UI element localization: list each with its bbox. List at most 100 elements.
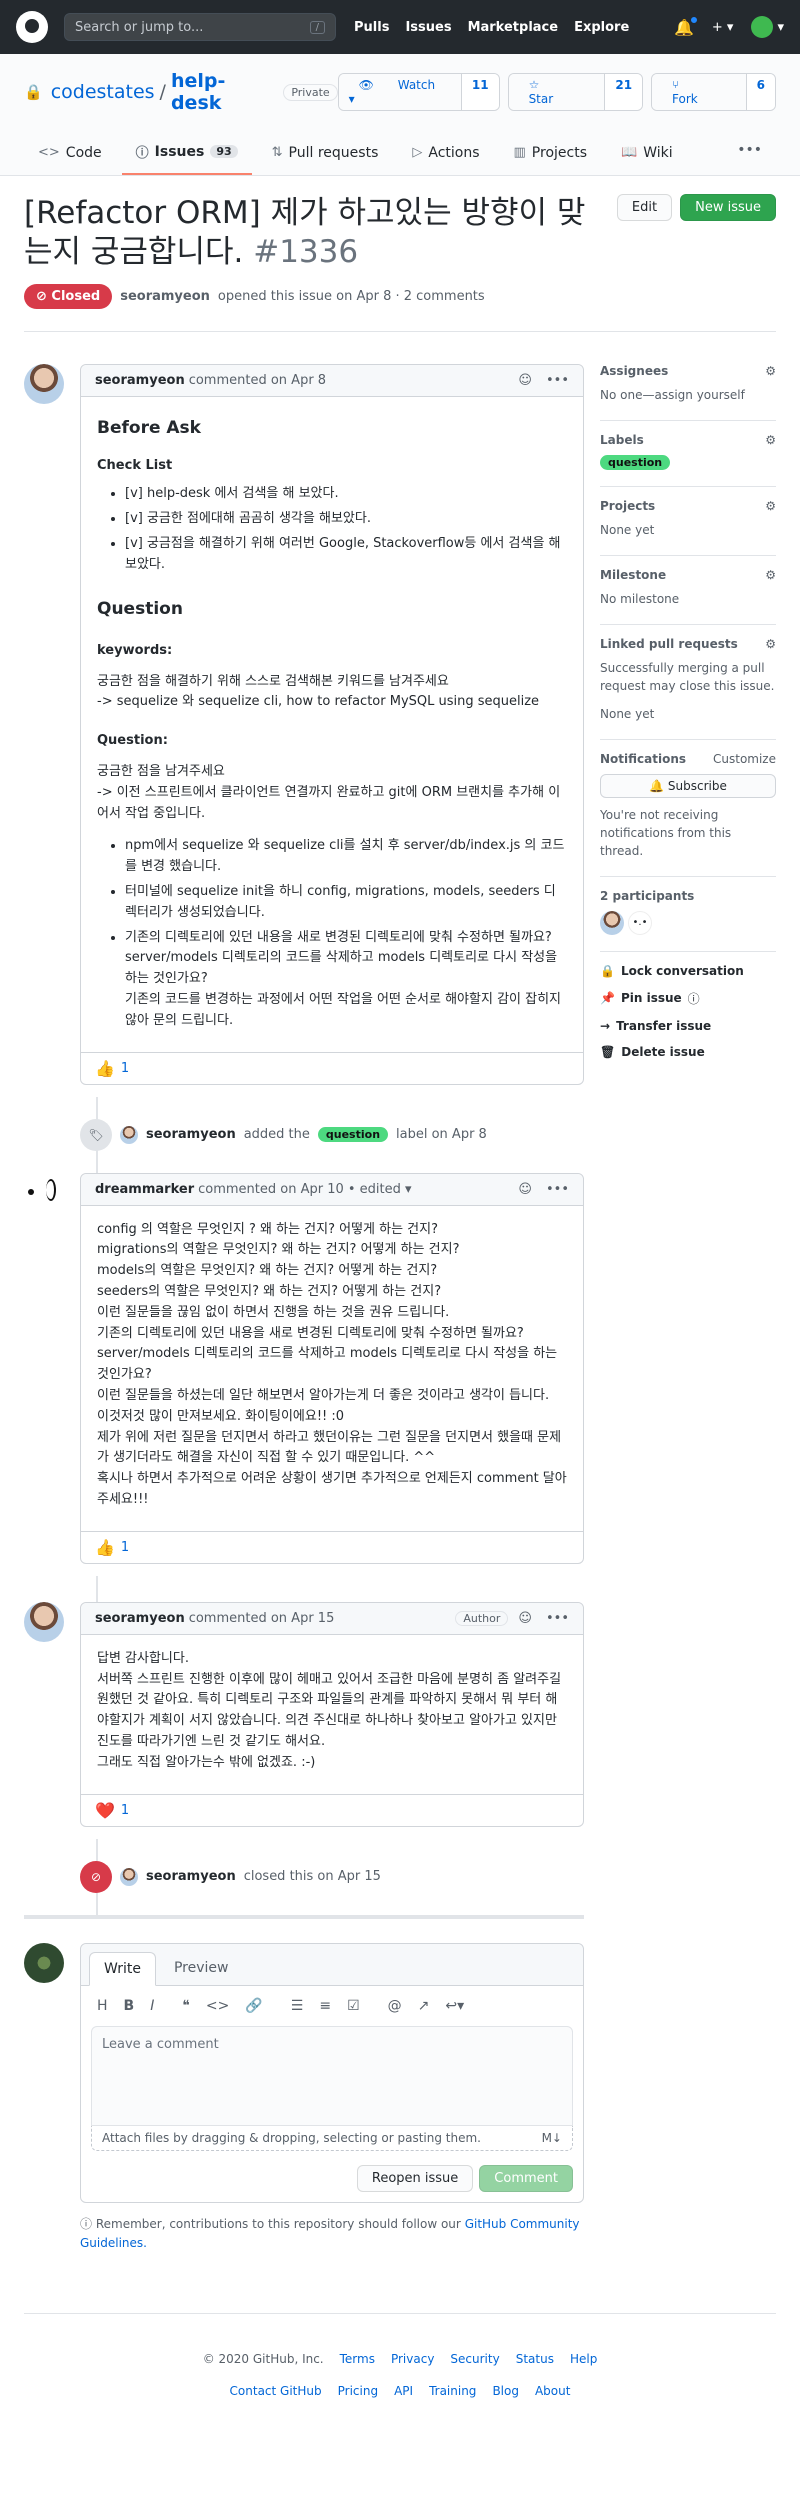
edit-button[interactable]: Edit (616, 194, 673, 221)
fork-count[interactable]: 6 (745, 74, 775, 110)
mention-icon[interactable]: @ (388, 1998, 402, 2014)
footer-link-terms[interactable]: Terms (340, 2352, 375, 2366)
comment-textarea[interactable]: Leave a comment (91, 2025, 573, 2126)
star-count[interactable]: 21 (604, 74, 643, 110)
avatar[interactable] (24, 1601, 64, 1642)
new-issue-button[interactable]: New issue (680, 194, 776, 221)
kebab-menu-icon[interactable]: ••• (546, 373, 569, 388)
cross-reference-icon[interactable]: ↗ (418, 1998, 430, 2014)
avatar[interactable]: •.• (628, 910, 652, 935)
github-logo-icon[interactable] (16, 11, 48, 43)
footer-link-contact[interactable]: Contact GitHub (230, 2384, 322, 2398)
gear-icon[interactable]: ⚙ (765, 364, 776, 378)
task-list-icon[interactable]: ☑ (347, 1998, 360, 2014)
assignees-value[interactable]: No one—assign yourself (600, 386, 776, 404)
event-author-link[interactable]: seoramyeon (146, 1127, 236, 1142)
smiley-icon[interactable]: ☺ (518, 373, 532, 388)
notifications-bell-icon[interactable]: 🔔 (674, 15, 698, 37)
reopen-issue-button[interactable]: Reopen issue (356, 2164, 474, 2192)
delete-issue-link[interactable]: 🗑 Delete issue (600, 1045, 776, 1059)
search-input[interactable]: Search or jump to... / (64, 13, 336, 41)
transfer-issue-link[interactable]: → Transfer issue (600, 1019, 776, 1033)
kebab-menu-icon[interactable]: ••• (546, 1611, 569, 1626)
nav-pulls[interactable]: Pulls (354, 20, 389, 35)
more-options-icon[interactable]: ••• (723, 134, 776, 175)
chevron-down-icon[interactable]: ▾ (401, 1182, 412, 1197)
bold-icon[interactable]: B (124, 1998, 135, 2014)
footer-link-status[interactable]: Status (516, 2352, 554, 2366)
footer-link-security[interactable]: Security (450, 2352, 499, 2366)
ordered-list-icon[interactable]: ≡ (319, 1998, 331, 2014)
tab-preview[interactable]: Preview (160, 1952, 243, 1985)
gear-icon[interactable]: ⚙ (765, 637, 776, 651)
lock-conversation-link[interactable]: 🔒 Lock conversation (600, 964, 776, 978)
comment-timestamp[interactable]: commented on Apr 8 (189, 373, 326, 388)
footer-link-training[interactable]: Training (429, 2384, 476, 2398)
italic-icon[interactable]: I (150, 1998, 154, 2014)
tab-wiki[interactable]: 📖 Wiki (607, 134, 687, 175)
avatar[interactable] (600, 910, 624, 935)
unordered-list-icon[interactable]: ☰ (291, 1998, 304, 2014)
comment-author-link[interactable]: seoramyeon (95, 373, 185, 388)
code-icon[interactable]: <> (206, 1998, 229, 2014)
label-question[interactable]: question (317, 1127, 389, 1143)
watch-button[interactable]: 👁 Watch ▾ 11 (337, 73, 500, 111)
user-menu[interactable]: ▾ (751, 16, 784, 38)
footer-link-blog[interactable]: Blog (492, 2384, 519, 2398)
comment-author-link[interactable]: dreammarker (95, 1182, 194, 1197)
tab-code[interactable]: <> Code (24, 134, 116, 175)
tab-issues[interactable]: ⓘ Issues 93 (121, 134, 252, 175)
repo-name-link[interactable]: help-desk (171, 70, 273, 114)
comment-timestamp[interactable]: commented on Apr 15 (189, 1611, 335, 1626)
fork-button[interactable]: ⑂ Fork 6 (651, 73, 776, 111)
avatar[interactable] (120, 1867, 138, 1886)
kebab-menu-icon[interactable]: ••• (546, 1182, 569, 1197)
attach-files-area[interactable]: Attach files by dragging & dropping, sel… (91, 2125, 573, 2151)
footer-link-help[interactable]: Help (570, 2352, 597, 2366)
reaction-button[interactable]: ❤️ 1 (81, 1793, 583, 1826)
tab-actions[interactable]: ▷ Actions (398, 134, 493, 175)
avatar[interactable] (24, 1172, 64, 1213)
comment-author-link[interactable]: seoramyeon (95, 1611, 185, 1626)
reply-icon[interactable]: ↩▾ (445, 1998, 464, 2014)
gear-icon[interactable]: ⚙ (765, 433, 776, 447)
nav-issues[interactable]: Issues (405, 20, 451, 35)
comment-button[interactable]: Comment (479, 2164, 573, 2192)
gear-icon[interactable]: ⚙ (765, 568, 776, 582)
smiley-icon[interactable]: ☺ (518, 1611, 532, 1626)
linked-prs-heading[interactable]: Linked pull requests (600, 637, 738, 651)
reaction-button[interactable]: 👍 1 (81, 1530, 583, 1563)
star-button[interactable]: ☆ Star 21 (507, 73, 644, 111)
avatar[interactable] (120, 1125, 138, 1144)
event-author-link[interactable]: seoramyeon (146, 1869, 236, 1884)
reaction-button[interactable]: 👍 1 (81, 1051, 583, 1084)
gear-icon[interactable]: ⚙ (765, 499, 776, 513)
footer-link-api[interactable]: API (394, 2384, 413, 2398)
label-question[interactable]: question (600, 454, 671, 470)
footer-link-privacy[interactable]: Privacy (391, 2352, 434, 2366)
footer-link-about[interactable]: About (535, 2384, 570, 2398)
labels-heading[interactable]: Labels (600, 433, 644, 447)
heading-icon[interactable]: H (97, 1998, 108, 2014)
repo-owner-link[interactable]: codestates (51, 81, 155, 103)
pin-issue-link[interactable]: 📌 Pin issue ⓘ (600, 990, 776, 1007)
milestone-heading[interactable]: Milestone (600, 568, 666, 582)
nav-explore[interactable]: Explore (574, 20, 629, 35)
quote-icon[interactable]: ❝ (182, 1998, 190, 2014)
create-new-plus-icon[interactable]: + ▾ (712, 20, 734, 35)
subscribe-button[interactable]: 🔔 Subscribe (600, 773, 776, 798)
projects-heading[interactable]: Projects (600, 499, 655, 513)
footer-link-pricing[interactable]: Pricing (338, 2384, 378, 2398)
link-icon[interactable]: 🔗 (245, 1998, 262, 2014)
smiley-icon[interactable]: ☺ (518, 1182, 532, 1197)
markdown-icon[interactable]: M↓ (542, 2131, 562, 2145)
assignees-heading[interactable]: Assignees (600, 364, 668, 378)
watch-count[interactable]: 11 (460, 74, 499, 110)
tab-write[interactable]: Write (89, 1951, 156, 1986)
avatar[interactable] (24, 1942, 64, 1983)
avatar[interactable] (24, 363, 64, 404)
issue-author-link[interactable]: seoramyeon (120, 289, 210, 304)
tab-projects[interactable]: ▥ Projects (500, 134, 602, 175)
customize-link[interactable]: Customize (713, 752, 776, 766)
nav-marketplace[interactable]: Marketplace (468, 20, 559, 35)
